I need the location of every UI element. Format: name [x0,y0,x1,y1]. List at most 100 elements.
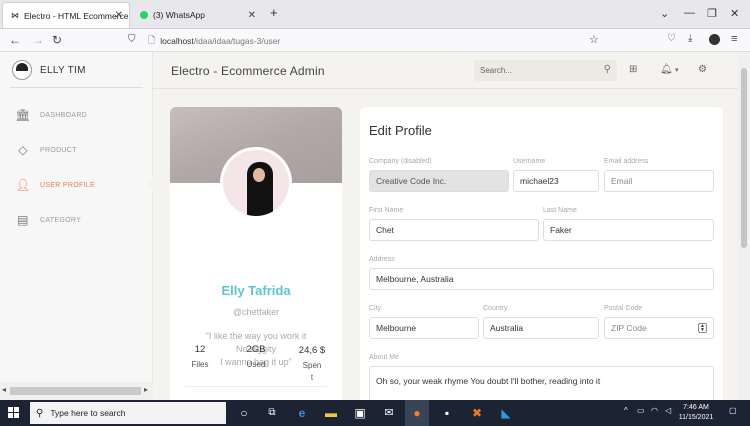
search-placeholder: Search... [480,66,513,75]
address-bar: ← → ↻ ⛉ 🗋 localhost/idaa/idaa/tugas-3/us… [0,29,750,52]
search-input[interactable]: Search... ⚲ [474,60,617,81]
grid-icon: ▤ [17,213,29,227]
vscode-icon[interactable]: ◣ [497,404,515,422]
close-tab-icon[interactable]: ✕ [248,10,256,21]
search-icon: ⚲ [36,407,44,419]
download-icon[interactable]: ⤓ [688,33,692,44]
notifications-icon[interactable]: ▢ [729,406,737,415]
shield-icon[interactable]: ⛉ [128,34,136,45]
edge-icon[interactable]: e [293,404,311,422]
forward-icon[interactable]: → [32,33,44,47]
bowtie-favicon-icon: ⋈ [11,11,19,20]
about-me-textarea[interactable]: Oh so, your weak rhyme You doubt I'll bo… [369,366,714,400]
tab-electro[interactable]: ⋈ Electro - HTML Ecommerce Ten ✕ [2,2,130,28]
profile-avatar[interactable] [220,147,292,219]
divider [10,87,143,88]
sidebar-item-dashboard[interactable]: 🏛 DASHBOARD [14,108,87,122]
taskbar-search-text: Type here to search [50,408,126,418]
city-field[interactable]: Melbourne [369,317,479,339]
top-navbar: Electro - Ecommerce Admin Search... ⚲ ⊞ … [153,52,750,89]
diamond-icon: ◇ [18,143,28,157]
clock-date: 11/15/2021 [678,414,714,421]
tray-chevron-icon[interactable]: ^ [624,406,628,415]
volume-icon[interactable]: ◁ [665,406,671,415]
number-stepper-icon[interactable]: ▲ ▼ [698,323,707,333]
page-title: Electro - Ecommerce Admin [171,64,325,78]
url-field[interactable]: 🗋 localhost/idaa/idaa/tugas-3/user [142,32,626,49]
city-label: City [369,305,382,312]
sidebar: ELLY TIM 🏛 DASHBOARD ◇ PRODUCT 👤︎ USER P… [0,52,153,400]
gear-icon[interactable]: ⚙ [698,64,707,75]
sidebar-item-product[interactable]: ◇ PRODUCT [14,143,77,157]
tab-label: (3) WhatsApp [153,10,205,20]
sidebar-item-label: PRODUCT [40,146,77,154]
first-name-field[interactable]: Chet [369,219,539,241]
brand-name: ELLY TIM [40,64,86,76]
email-label: Email address [604,158,649,165]
new-tab-button[interactable]: + [270,5,278,20]
taskbar-search-input[interactable]: ⚲ Type here to search [30,402,226,424]
quote-line: I wanna bag it up" [220,357,292,367]
system-clock[interactable]: 7:46 AM 11/15/2021 [676,403,716,423]
address-label: Address [369,256,395,263]
bell-icon[interactable]: 🔔︎ [660,64,673,75]
account-icon[interactable] [709,34,720,45]
file-explorer-icon[interactable]: ▬ [322,404,340,422]
close-tab-icon[interactable]: ✕ [115,10,123,21]
company-label: Company (disabled) [369,158,432,165]
taskbar: ⚲ Type here to search ○ ⧉ e ▬ ▣ ✉ ● ▪ ✖ … [0,400,750,426]
reload-icon[interactable]: ↻ [52,33,62,47]
scrollbar-thumb[interactable] [741,68,747,248]
face [253,168,265,182]
maximize-button[interactable]: ❐ [707,7,717,20]
username-field[interactable]: michael23 [513,170,599,192]
close-window-button[interactable]: ✕ [730,7,739,20]
pocket-icon[interactable]: ♡ [667,33,676,44]
sidebar-item-label: USER PROFILE [40,181,95,189]
address-field[interactable]: Melbourne, Australia [369,268,714,290]
postal-code-field[interactable]: ZIP Code ▲ ▼ [604,317,714,339]
last-name-field[interactable]: Faker [543,219,714,241]
firefox-icon[interactable]: ● [408,404,426,422]
vertical-scrollbar[interactable] [738,52,750,400]
username-label: Username [513,158,546,165]
chevron-down-icon[interactable]: ⌄ [660,7,669,20]
sidebar-item-user-profile[interactable]: 👤︎ USER PROFILE [14,178,95,192]
cortana-icon[interactable]: ○ [235,404,253,422]
country-field[interactable]: Australia [483,317,599,339]
caret-down-icon[interactable]: ▾ [675,66,679,74]
tab-whatsapp[interactable]: (3) WhatsApp ✕ [132,2,262,28]
minimize-button[interactable]: — [684,7,695,19]
apps-grid-icon[interactable]: ⊞ [629,64,637,75]
postal-code-label: Postal Code [604,305,643,312]
windows-start-icon[interactable] [8,407,20,419]
scroll-left-icon[interactable]: ◂ [2,385,6,394]
scrollbar-thumb[interactable] [10,387,141,395]
company-field: Creative Code Inc. [369,170,509,192]
wifi-icon[interactable]: ◠ [651,406,658,415]
profile-name[interactable]: Elly Tafrida [170,283,342,298]
clock-time: 7:46 AM [683,404,709,411]
quote-line: "I like the way you work it [205,331,307,341]
terminal-icon[interactable]: ▪ [438,404,456,422]
xampp-icon[interactable]: ✖ [468,404,486,422]
horizontal-scrollbar[interactable]: ◂ ▸ [0,382,153,400]
mail-icon[interactable]: ✉ [380,404,398,422]
sidebar-item-label: DASHBOARD [40,111,88,119]
page-content: ELLY TIM 🏛 DASHBOARD ◇ PRODUCT 👤︎ USER P… [0,52,750,400]
menu-icon[interactable]: ≡ [731,33,737,45]
scroll-right-icon[interactable]: ▸ [144,385,148,394]
profile-handle: @chetfaker [232,307,280,317]
first-name-label: First Name [369,207,404,214]
store-icon[interactable]: ▣ [351,404,369,422]
search-icon[interactable]: ⚲ [604,64,611,75]
sidebar-item-category[interactable]: ▤ CATEGORY [14,213,81,227]
task-view-icon[interactable]: ⧉ [263,404,281,422]
email-field[interactable]: Email [604,170,714,192]
back-icon[interactable]: ← [9,33,21,47]
network-icon[interactable]: ▭ [637,406,645,415]
bookmark-star-icon[interactable]: ☆ [589,33,599,46]
about-me-label: About Me [369,354,399,361]
sidebar-brand[interactable]: ELLY TIM [12,60,86,80]
avatar [12,60,32,80]
